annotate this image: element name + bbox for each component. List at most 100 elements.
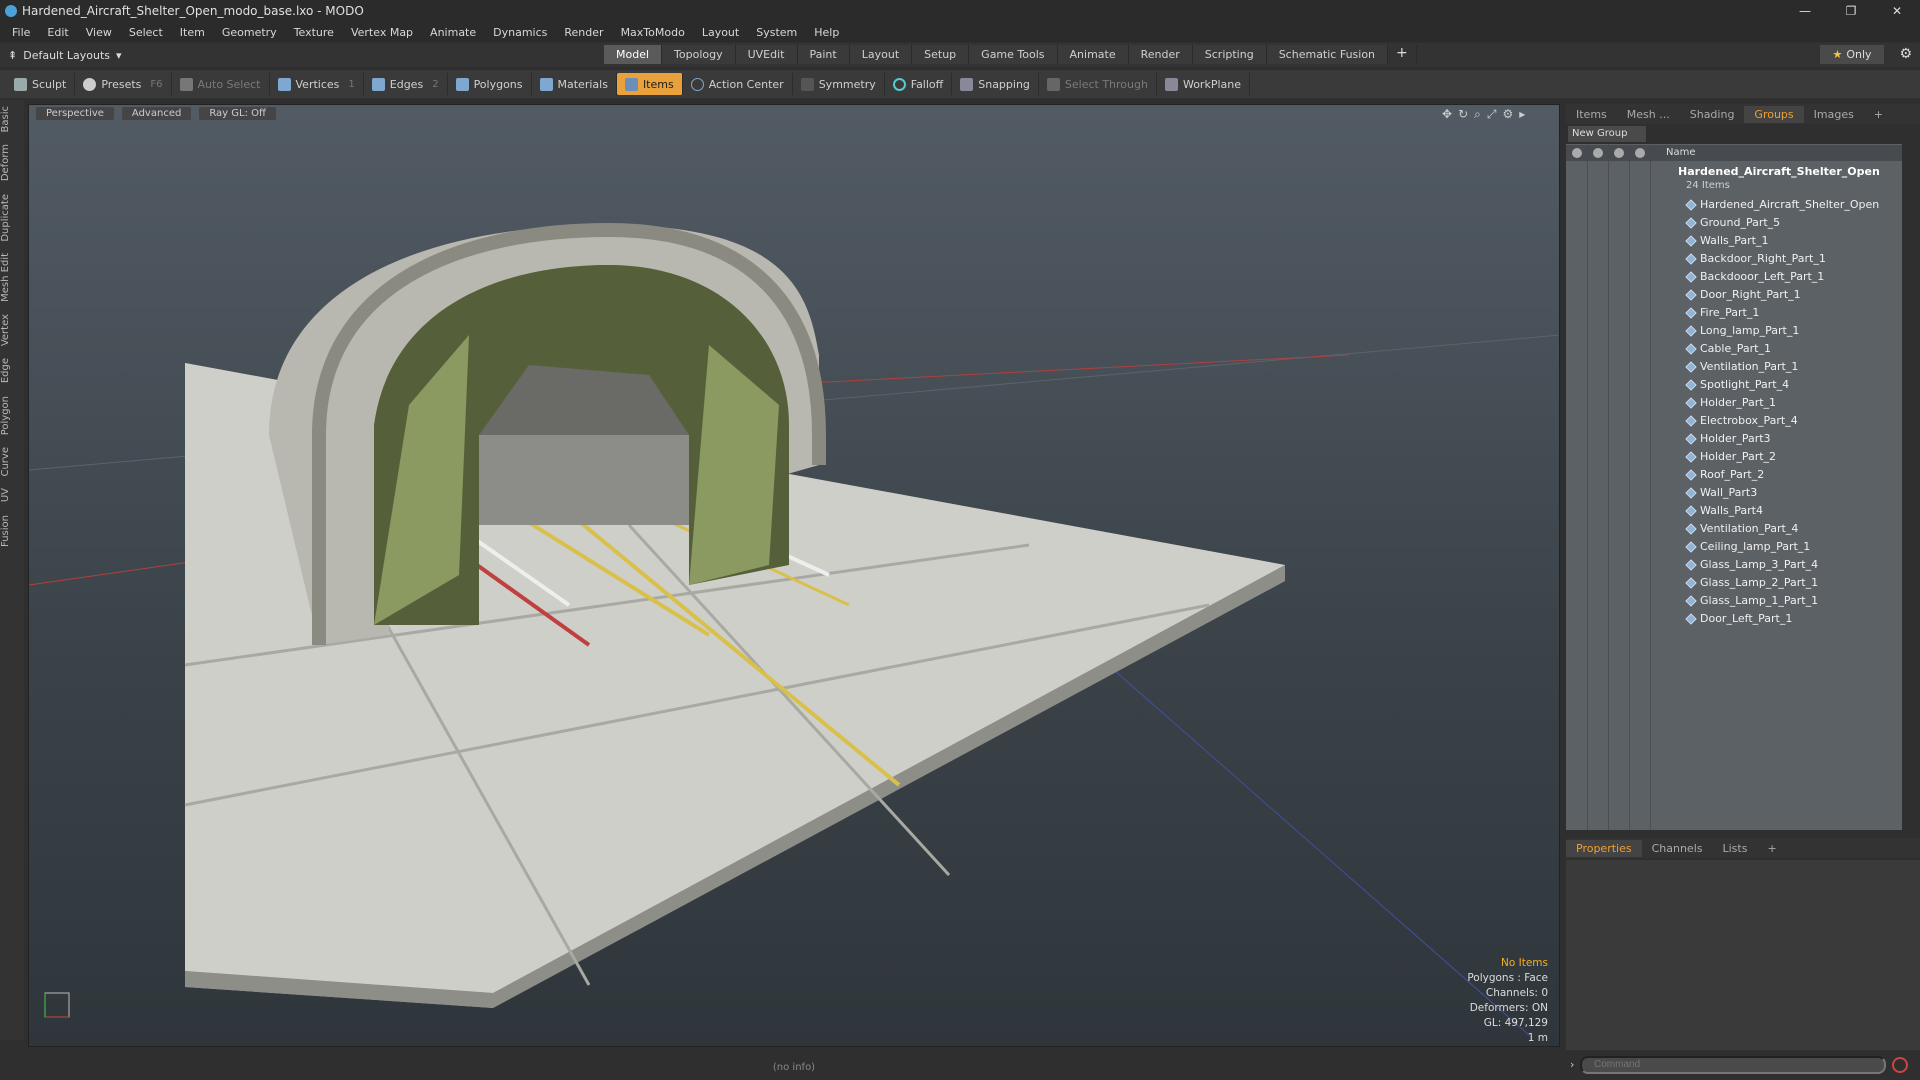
left-tab-basic[interactable]: Basic: [0, 100, 24, 138]
gear-icon[interactable]: ⚙: [1899, 46, 1912, 62]
group-tree-item[interactable]: Holder_Part_1: [1685, 396, 1776, 409]
group-tree-item[interactable]: Long_lamp_Part_1: [1685, 324, 1799, 337]
tab-lists[interactable]: Lists: [1713, 840, 1758, 857]
group-tree-item[interactable]: Fire_Part_1: [1685, 306, 1759, 319]
group-tree-item[interactable]: Backdoor_Right_Part_1: [1685, 252, 1826, 265]
group-tree-item[interactable]: Ceiling_lamp_Part_1: [1685, 540, 1810, 553]
tab-topology[interactable]: Topology: [662, 45, 736, 64]
left-tab-mesh-edit[interactable]: Mesh Edit: [0, 247, 24, 308]
group-tree-item[interactable]: Backdooor_Left_Part_1: [1685, 270, 1824, 283]
menu-system[interactable]: System: [756, 26, 797, 39]
tab-images[interactable]: Images: [1804, 106, 1864, 123]
group-tree-item[interactable]: Holder_Part_2: [1685, 450, 1776, 463]
new-group-button[interactable]: New Group: [1568, 126, 1646, 142]
menu-dynamics[interactable]: Dynamics: [493, 26, 547, 39]
sculpt-button[interactable]: Sculpt: [6, 73, 76, 95]
menu-layout[interactable]: Layout: [702, 26, 739, 39]
group-tree-item[interactable]: Door_Left_Part_1: [1685, 612, 1792, 625]
select-through-button[interactable]: Select Through: [1039, 73, 1157, 95]
fit-view-icon[interactable]: ⤢: [1487, 107, 1497, 122]
tab-mesh[interactable]: Mesh ...: [1617, 106, 1680, 123]
group-root-name[interactable]: Hardened_Aircraft_Shelter_Open: [1678, 165, 1880, 178]
visibility-icon[interactable]: [1572, 148, 1582, 158]
menu-file[interactable]: File: [12, 26, 30, 39]
menu-help[interactable]: Help: [814, 26, 839, 39]
tab-properties[interactable]: Properties: [1566, 839, 1642, 857]
left-tab-curve[interactable]: Curve: [0, 441, 24, 483]
tab-render[interactable]: Render: [1128, 45, 1193, 64]
viewport-settings-icon[interactable]: ⚙: [1502, 107, 1513, 122]
render-icon[interactable]: [1593, 148, 1603, 158]
group-tree-item[interactable]: Cable_Part_1: [1685, 342, 1771, 355]
snapping-button[interactable]: Snapping: [952, 73, 1039, 95]
left-tab-edge[interactable]: Edge: [0, 352, 24, 389]
menu-render[interactable]: Render: [564, 26, 603, 39]
tab-scripting[interactable]: Scripting: [1192, 45, 1267, 64]
minimize-button[interactable]: —: [1782, 0, 1828, 22]
auto-select-button[interactable]: Auto Select: [172, 73, 270, 95]
menu-edit[interactable]: Edit: [47, 26, 68, 39]
group-tree-item[interactable]: Hardened_Aircraft_Shelter_Open: [1685, 198, 1879, 211]
close-button[interactable]: ✕: [1874, 0, 1920, 22]
menu-vertex-map[interactable]: Vertex Map: [351, 26, 413, 39]
edges-button[interactable]: Edges 2: [364, 73, 448, 95]
add-tab-icon[interactable]: +: [1388, 45, 1417, 64]
menu-select[interactable]: Select: [129, 26, 163, 39]
falloff-button[interactable]: Falloff: [885, 73, 953, 95]
viewport-expand-icon[interactable]: ▸: [1519, 107, 1525, 122]
group-tree-item[interactable]: Spotlight_Part_4: [1685, 378, 1789, 391]
advanced-button[interactable]: Advanced: [121, 107, 192, 120]
group-tree-item[interactable]: Walls_Part4: [1685, 504, 1763, 517]
menu-animate[interactable]: Animate: [430, 26, 476, 39]
lock-icon[interactable]: [1614, 148, 1624, 158]
layout-selector[interactable]: ⇞ Default Layouts ▾: [8, 49, 122, 62]
action-center-button[interactable]: Action Center: [683, 73, 793, 95]
tab-paint[interactable]: Paint: [797, 45, 850, 64]
group-tree-item[interactable]: Glass_Lamp_3_Part_4: [1685, 558, 1818, 571]
left-tab-uv[interactable]: UV: [0, 482, 24, 508]
group-tree-item[interactable]: Wall_Part3: [1685, 486, 1757, 499]
tab-game-tools[interactable]: Game Tools: [969, 45, 1058, 64]
vertices-button[interactable]: Vertices 1: [270, 73, 364, 95]
left-tab-duplicate[interactable]: Duplicate: [0, 188, 24, 248]
move-view-icon[interactable]: ✥: [1442, 107, 1452, 122]
tab-layout[interactable]: Layout: [849, 45, 913, 64]
left-tab-vertex[interactable]: Vertex: [0, 308, 24, 352]
tab-channels[interactable]: Channels: [1642, 840, 1713, 857]
group-tree-item[interactable]: Holder_Part3: [1685, 432, 1771, 445]
group-tree-item[interactable]: Ventilation_Part_1: [1685, 360, 1798, 373]
add-properties-tab-icon[interactable]: +: [1757, 840, 1786, 857]
command-chevron-icon[interactable]: ›: [1570, 1058, 1574, 1071]
group-tree-item[interactable]: Glass_Lamp_1_Part_1: [1685, 594, 1818, 607]
materials-button[interactable]: Materials: [532, 73, 617, 95]
perspective-button[interactable]: Perspective: [36, 107, 114, 120]
tab-uvedit[interactable]: UVEdit: [735, 45, 798, 64]
rotate-view-icon[interactable]: ↻: [1458, 107, 1468, 122]
tab-items[interactable]: Items: [1566, 106, 1617, 123]
menu-maxtomodo[interactable]: MaxToModo: [621, 26, 685, 39]
menu-geometry[interactable]: Geometry: [222, 26, 277, 39]
group-tree-item[interactable]: Roof_Part_2: [1685, 468, 1764, 481]
polygons-button[interactable]: Polygons: [448, 73, 532, 95]
group-tree-item[interactable]: Ground_Part_5: [1685, 216, 1780, 229]
command-input[interactable]: [1580, 1056, 1886, 1074]
group-tree-item[interactable]: Door_Right_Part_1: [1685, 288, 1801, 301]
workplane-button[interactable]: WorkPlane: [1157, 73, 1250, 95]
tab-shading[interactable]: Shading: [1680, 106, 1745, 123]
ray-gl-button[interactable]: Ray GL: Off: [199, 107, 276, 120]
group-tree-item[interactable]: Electrobox_Part_4: [1685, 414, 1798, 427]
left-tab-fusion[interactable]: Fusion: [0, 509, 24, 553]
menu-texture[interactable]: Texture: [294, 26, 334, 39]
tab-animate[interactable]: Animate: [1057, 45, 1129, 64]
select-icon[interactable]: [1635, 148, 1645, 158]
tab-model[interactable]: Model: [604, 45, 663, 64]
group-tree-item[interactable]: Walls_Part_1: [1685, 234, 1768, 247]
zoom-view-icon[interactable]: ⌕: [1474, 107, 1481, 122]
maximize-button[interactable]: ❐: [1828, 0, 1874, 22]
group-tree-item[interactable]: Glass_Lamp_2_Part_1: [1685, 576, 1818, 589]
tab-setup[interactable]: Setup: [912, 45, 970, 64]
3d-viewport[interactable]: [28, 104, 1560, 1047]
only-button[interactable]: ★ Only: [1820, 45, 1884, 64]
add-panel-tab-icon[interactable]: +: [1864, 106, 1893, 123]
presets-button[interactable]: Presets F6: [75, 73, 172, 95]
